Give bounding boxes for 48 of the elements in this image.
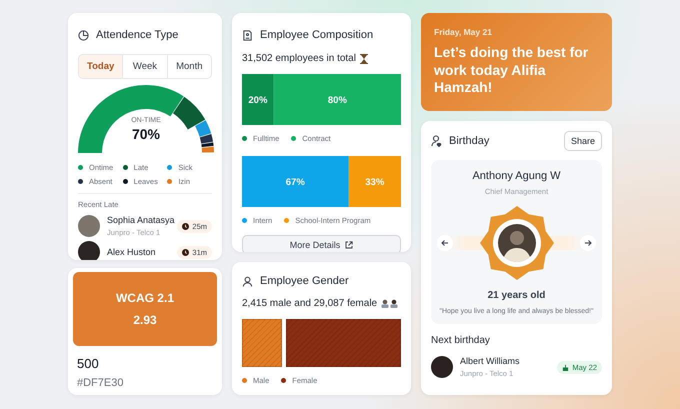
hatched-bar	[242, 319, 282, 367]
card-title: Birthday	[449, 135, 490, 147]
period-tab[interactable]: Today	[79, 55, 122, 78]
person-name: Alex Huston	[107, 247, 157, 257]
person-name: Anthony Agung W	[472, 170, 561, 182]
avatar	[78, 241, 100, 260]
cake-icon	[562, 364, 570, 370]
legend-dot	[291, 136, 296, 141]
banner-message: Let’s doing the best for work today Alifia Hamzah!	[434, 44, 590, 96]
clock-icon	[182, 222, 190, 230]
external-link-icon	[345, 240, 354, 248]
data-label: 67%	[286, 177, 305, 188]
section-title: Next birthday	[431, 335, 491, 346]
next-button[interactable]	[580, 235, 596, 251]
gauge-value: 70%	[132, 126, 160, 142]
hex-code: #DF7E30	[77, 377, 124, 389]
gender-summary: 2,415 male and 29,087 female	[242, 298, 378, 309]
contrast-ratio: 2.93	[133, 313, 157, 327]
employee-total: 31,502 employees in total	[242, 53, 356, 64]
avatar	[431, 356, 453, 378]
people-icon	[381, 299, 400, 308]
legend-dot	[242, 218, 247, 223]
avatar	[78, 215, 100, 237]
user-heart-icon	[431, 135, 442, 147]
clock-icon	[182, 248, 190, 256]
previous-button[interactable]	[437, 235, 453, 251]
card-title: Attendence Type	[96, 29, 178, 41]
arrow-right-icon	[584, 239, 592, 247]
period-tab[interactable]: Month	[166, 55, 211, 78]
pie-chart-icon	[78, 30, 89, 40]
contrast-standard: WCAG 2.1	[116, 291, 174, 305]
more-details-button[interactable]: More Details	[242, 235, 401, 252]
arrow-left-icon	[441, 239, 449, 247]
legend-dot	[242, 136, 247, 141]
banner-date: Friday, May 21	[434, 27, 493, 37]
person-name: Albert Williams	[460, 356, 521, 366]
card-title: Employee Composition	[260, 29, 374, 41]
age-text: 21 years old	[488, 290, 546, 301]
user-icon	[242, 276, 253, 286]
shade-number: 500	[77, 356, 100, 371]
legend-dot	[284, 218, 290, 223]
share-button[interactable]: Share	[564, 131, 602, 151]
hourglass-icon	[360, 54, 368, 64]
data-label: 20%	[248, 95, 268, 106]
card-title: Employee Gender	[260, 275, 349, 287]
data-label: 33%	[365, 177, 384, 188]
document-icon	[242, 30, 253, 40]
data-label: 80%	[328, 95, 347, 106]
